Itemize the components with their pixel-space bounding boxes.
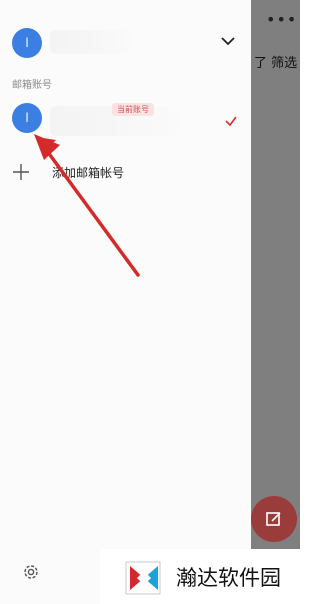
site-watermark: 瀚达软件园	[100, 549, 300, 604]
annotation-arrow	[34, 134, 140, 277]
watermark-logo	[125, 561, 161, 594]
watermark-text: 瀚达软件园	[176, 565, 281, 590]
